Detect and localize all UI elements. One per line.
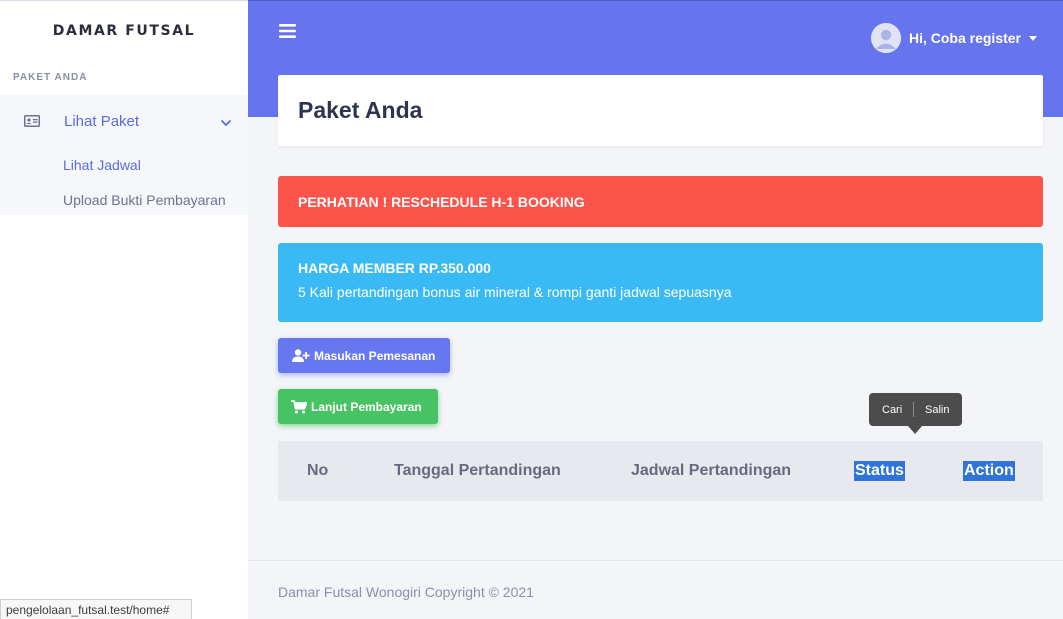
hamburger-menu-icon[interactable] xyxy=(279,23,296,42)
caret-down-icon xyxy=(1029,35,1037,41)
brand-title[interactable]: DAMAR FUTSAL xyxy=(0,1,248,61)
page-title: Paket Anda xyxy=(298,97,423,123)
warning-alert: PERHATIAN ! RESCHEDULE H-1 BOOKING xyxy=(278,176,1043,227)
copy-selection-button[interactable]: Salin xyxy=(925,404,949,416)
add-order-button[interactable]: Masukan Pemesanan xyxy=(278,338,450,373)
user-dropdown[interactable]: Hi, Coba register xyxy=(870,23,1037,53)
sidebar-item-lihat-paket[interactable]: Lihat Paket xyxy=(0,95,248,147)
sidebar-subitem-lihat-jadwal[interactable]: Lihat Jadwal xyxy=(0,147,248,182)
id-card-icon xyxy=(24,114,42,128)
add-order-button-label: Masukan Pemesanan xyxy=(314,348,436,363)
shopping-cart-icon xyxy=(291,399,307,413)
column-header-action[interactable]: Action xyxy=(963,461,1015,481)
sidebar-subitem-upload-bukti[interactable]: Upload Bukti Pembayaran xyxy=(0,182,248,217)
browser-status-url: pengelolaan_futsal.test/home# xyxy=(0,599,192,619)
column-header-status[interactable]: Status xyxy=(854,461,905,481)
continue-payment-button[interactable]: Lanjut Pembayaran xyxy=(278,389,438,424)
continue-payment-button-label: Lanjut Pembayaran xyxy=(311,399,422,414)
footer-copyright: Damar Futsal Wonogiri Copyright © 2021 xyxy=(278,584,534,600)
sidebar: DAMAR FUTSAL PAKET ANDA Lihat Paket Liha… xyxy=(0,0,248,619)
chevron-down-icon[interactable] xyxy=(220,112,232,131)
popup-arrow xyxy=(908,426,922,434)
selection-context-popup: Cari Salin xyxy=(869,393,962,434)
info-alert: HARGA MEMBER RP.350.000 5 Kali pertandin… xyxy=(278,243,1043,322)
info-alert-title: HARGA MEMBER RP.350.000 xyxy=(298,260,491,276)
column-header-no[interactable]: No xyxy=(307,461,328,481)
page-title-card: Paket Anda xyxy=(278,75,1043,146)
sidebar-section-header: PAKET ANDA xyxy=(13,72,88,83)
avatar xyxy=(870,23,901,53)
user-plus-icon xyxy=(292,349,310,362)
search-selection-button[interactable]: Cari xyxy=(869,404,913,416)
sidebar-menu-group: Lihat Paket Lihat Jadwal Upload Bukti Pe… xyxy=(0,95,248,215)
column-header-jadwal[interactable]: Jadwal Pertandingan xyxy=(631,461,791,481)
page-footer: Damar Futsal Wonogiri Copyright © 2021 xyxy=(248,560,1063,619)
column-header-tanggal[interactable]: Tanggal Pertandingan xyxy=(394,461,561,481)
user-greeting: Hi, Coba register xyxy=(908,30,1021,46)
sidebar-item-label: Lihat Paket xyxy=(64,112,140,130)
info-alert-body: 5 Kali pertandingan bonus air mineral & … xyxy=(298,284,732,300)
orders-table-header: No Tanggal Pertandingan Jadwal Pertandin… xyxy=(278,441,1043,501)
popup-divider xyxy=(913,402,914,417)
